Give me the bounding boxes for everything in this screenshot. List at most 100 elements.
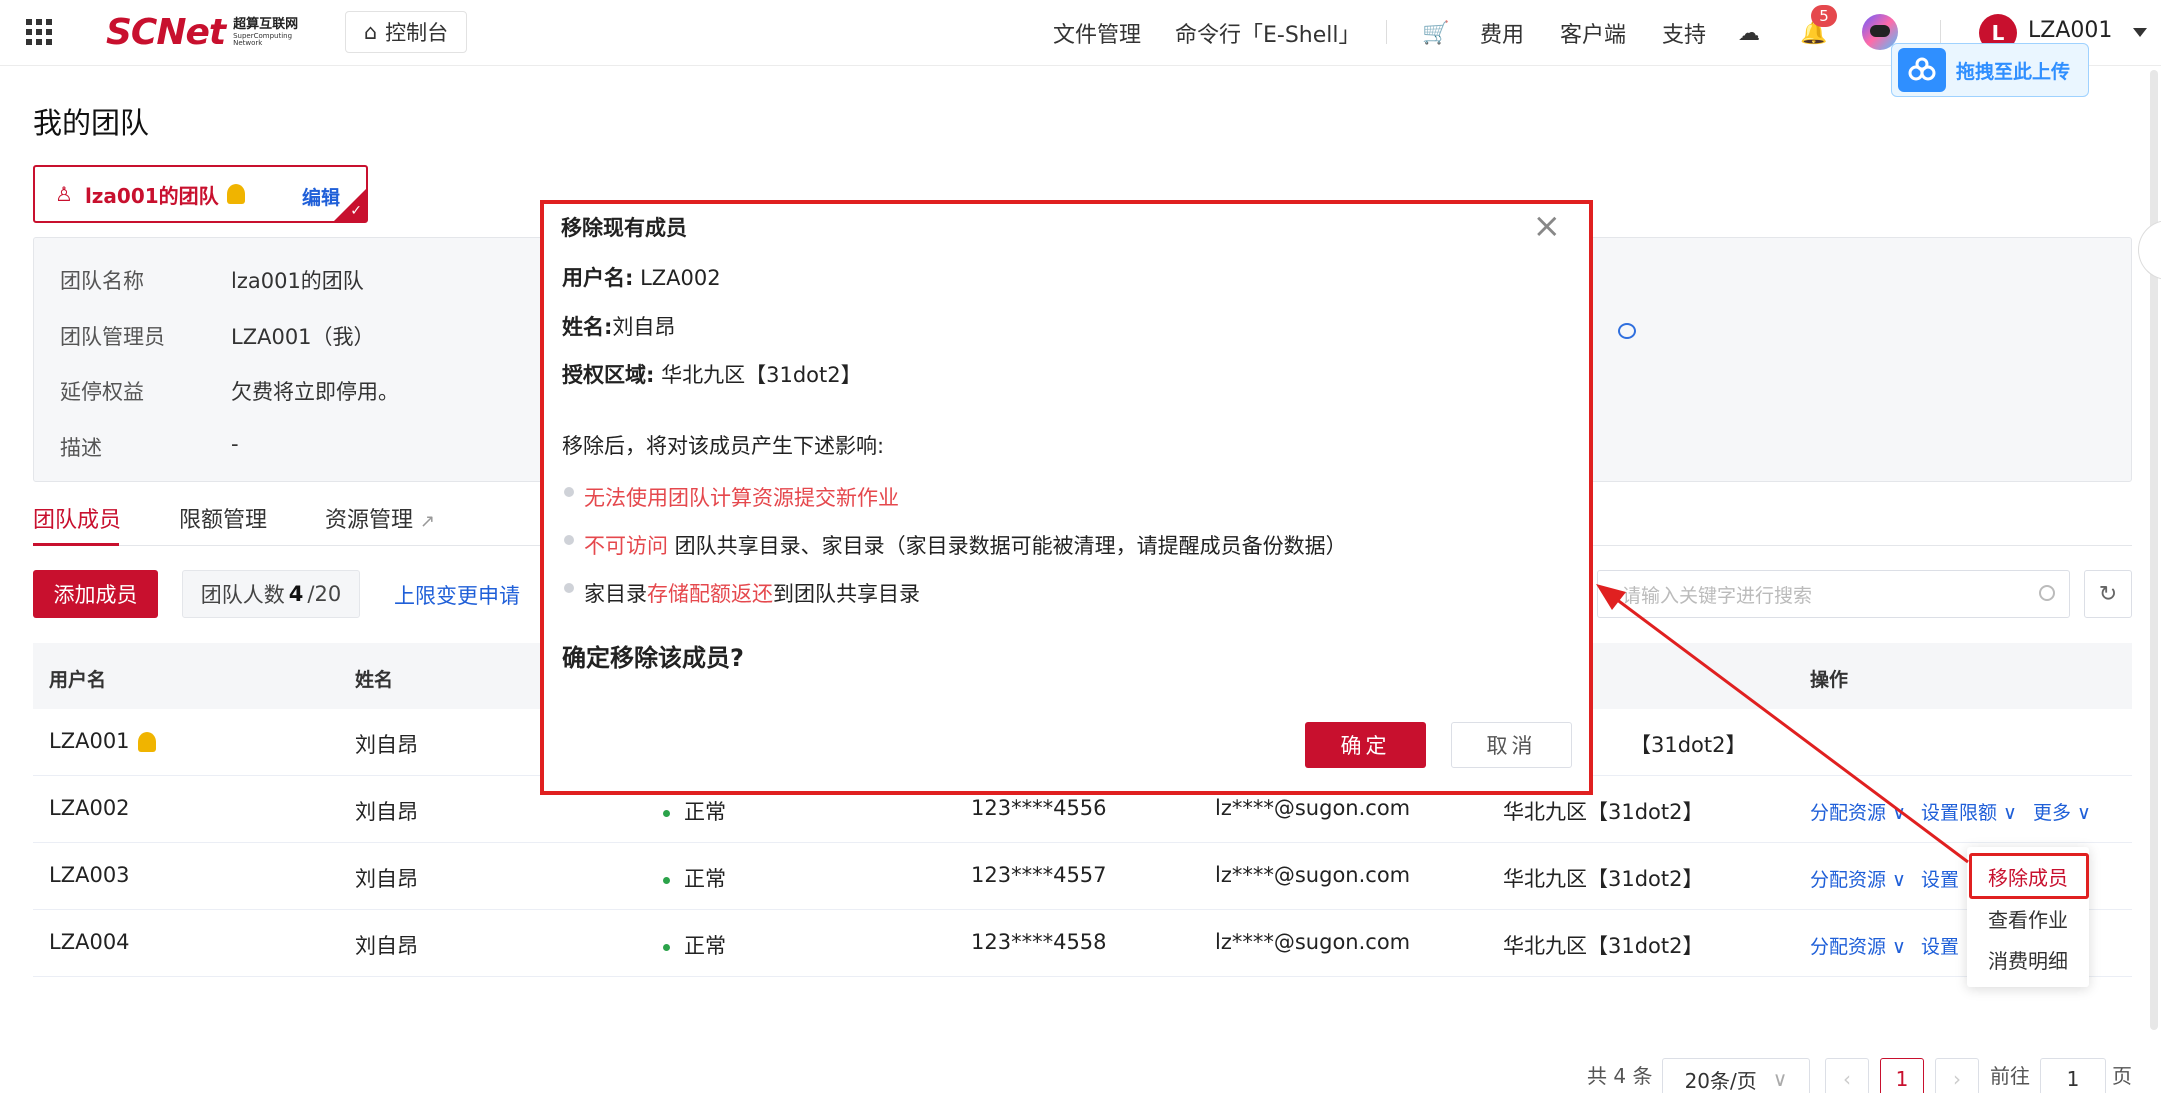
cell-status: 正常 (663, 863, 726, 893)
member-count: 团队人数 4 /20 (182, 570, 360, 618)
nav-eshell-label: 命令行「E-Shell」 (1175, 23, 1361, 48)
limit-change-link[interactable]: 上限变更申请 (394, 580, 520, 610)
logo-subtitle: 超算互联网 SuperComputing Network (233, 18, 313, 47)
name-line: 姓名:刘自昂 (562, 311, 675, 341)
impact-item-1: 无法使用团队计算资源提交新作业 (584, 486, 899, 510)
logo-text: SCNet (106, 11, 226, 53)
assign-resource-link[interactable]: 分配资源 ∨ (1810, 865, 1906, 892)
nav-support-label: 支持 (1662, 23, 1707, 48)
bullet-dot (564, 535, 574, 545)
more-link[interactable]: 更多 ∨ (2033, 798, 2091, 825)
nav-support[interactable]: 支持 (1662, 0, 1706, 66)
confirm-question: 确定移除该成员? (562, 644, 744, 672)
impact3-highlight: 存储配额返还 (647, 582, 773, 606)
crown-icon (137, 732, 156, 752)
info-value: lza001的团队 (231, 269, 364, 293)
nav-divider (1386, 20, 1387, 44)
goto-page-input[interactable]: 1 (2040, 1058, 2106, 1093)
tab-resources[interactable]: 资源管理 ↗ (325, 502, 435, 534)
name-label: 姓名: (562, 315, 613, 339)
status-text: 正常 (684, 800, 726, 824)
set-limit-link[interactable]: 设置 (1921, 932, 1959, 959)
nav-eshell[interactable]: 命令行「E-Shell」 (1175, 0, 1361, 66)
confirm-button[interactable]: 确定 (1305, 722, 1426, 768)
cell-email: lz****@sugon.com (1215, 863, 1411, 887)
baidu-cloud-icon (1898, 48, 1946, 92)
drag-upload-label: 拖拽至此上传 (1956, 60, 2071, 83)
info-value: 欠费将立即停用。 (231, 380, 399, 404)
cloud-upload-icon[interactable]: ☁ (1738, 0, 1760, 66)
table-row: LZA003 刘自昂 正常 123****4557 lz****@sugon.c… (33, 843, 2132, 910)
set-limit-link[interactable]: 设置 (1921, 865, 1959, 892)
info-row: 团队名称 lza001的团队 (60, 265, 364, 295)
console-label: 控制台 (385, 21, 449, 45)
status-text: 正常 (684, 934, 726, 958)
prev-page-button[interactable]: ‹ (1825, 1058, 1869, 1093)
cell-name: 刘自昂 (355, 733, 418, 757)
nav-client-label: 客户端 (1560, 23, 1627, 48)
nav-client[interactable]: 客户端 (1560, 0, 1626, 66)
notification-badge: 5 (1811, 5, 1837, 27)
region-label: 授权区域: (562, 363, 655, 387)
cell-username: LZA001 (49, 729, 156, 753)
external-link-icon: ↗ (420, 511, 436, 532)
team-card[interactable]: ♙ lza001的团队 编辑 ✓ (33, 165, 368, 223)
page-size-value: 20条/页 (1684, 1068, 1757, 1093)
bullet-dot (564, 583, 574, 593)
page-scrollbar[interactable] (2150, 70, 2158, 1030)
chevron-down-icon: ∨ (1772, 1067, 1788, 1091)
tab-members[interactable]: 团队成员 (33, 502, 121, 534)
nav-billing[interactable]: 费用 (1480, 0, 1524, 66)
info-row: 描述 - (60, 432, 239, 462)
cell-username: LZA004 (49, 930, 130, 954)
tab-quota[interactable]: 限额管理 (179, 502, 267, 534)
status-dot (663, 809, 670, 817)
info-row: 延停权益 欠费将立即停用。 (60, 376, 399, 406)
chevron-down-icon[interactable] (2133, 28, 2147, 37)
side-collapse-tab[interactable] (2138, 220, 2161, 280)
cart-icon[interactable]: 🛒 (1422, 0, 1449, 66)
page-number-current[interactable]: 1 (1880, 1058, 1924, 1093)
eye-icon[interactable] (1618, 323, 1636, 339)
region-value: 华北九区【31dot2】 (661, 363, 862, 387)
username-label: 用户名: (562, 266, 634, 290)
console-button[interactable]: ⌂ 控制台 (345, 11, 467, 53)
tab-resources-label: 资源管理 (325, 508, 414, 533)
top-navbar: SCNet 超算互联网 SuperComputing Network ⌂ 控制台… (0, 0, 2161, 66)
username-value: LZA002 (640, 266, 721, 290)
assign-resource-link[interactable]: 分配资源 ∨ (1810, 932, 1906, 959)
logo-cn: 超算互联网 (233, 16, 299, 32)
page-size-select[interactable]: 20条/页 ∨ (1662, 1058, 1810, 1093)
set-limit-link[interactable]: 设置限额 ∨ (1921, 798, 2017, 825)
impact2-highlight: 不可访问 (584, 534, 668, 558)
cell-name: 刘自昂 (355, 800, 418, 824)
cancel-button[interactable]: 取消 (1451, 722, 1572, 768)
close-icon[interactable]: × (1533, 206, 1562, 246)
nav-files[interactable]: 文件管理 (1053, 0, 1141, 66)
cell-phone: 123****4557 (971, 863, 1107, 887)
cell-name: 刘自昂 (355, 867, 418, 891)
user-name[interactable]: LZA001 (2028, 18, 2112, 43)
impact-item-3: 家目录存储配额返还到团队共享目录 (584, 578, 920, 608)
menu-view-jobs[interactable]: 查看作业 (1967, 904, 2089, 933)
add-member-button[interactable]: 添加成员 (33, 570, 158, 618)
next-page-button[interactable]: › (1935, 1058, 1979, 1093)
drag-upload-float[interactable]: 拖拽至此上传 (1891, 43, 2089, 97)
logo[interactable]: SCNet 超算互联网 SuperComputing Network (106, 11, 313, 53)
table-row: LZA004 刘自昂 正常 123****4558 lz****@sugon.c… (33, 910, 2132, 977)
cell-status: 正常 (663, 796, 726, 826)
assign-resource-link[interactable]: 分配资源 ∨ (1810, 798, 1906, 825)
impact3-text-b: 到团队共享目录 (773, 582, 920, 606)
team-name: lza001的团队 (84, 183, 219, 208)
app-grid-icon[interactable] (26, 19, 52, 45)
info-row: 团队管理员 LZA001（我） (60, 321, 375, 351)
username-text: LZA001 (49, 729, 130, 753)
search-input[interactable]: 请输入关键字进行搜索 (1597, 570, 2070, 618)
cell-region: 【31dot2】 (1630, 733, 1747, 757)
cell-region: 华北九区【31dot2】 (1503, 934, 1704, 958)
annotation-highlight-box (1969, 853, 2089, 899)
refresh-button[interactable]: ↻ (2084, 570, 2132, 618)
menu-billing-detail[interactable]: 消费明细 (1967, 945, 2089, 974)
status-dot (663, 876, 670, 884)
dialog-title: 移除现有成员 (561, 216, 687, 240)
